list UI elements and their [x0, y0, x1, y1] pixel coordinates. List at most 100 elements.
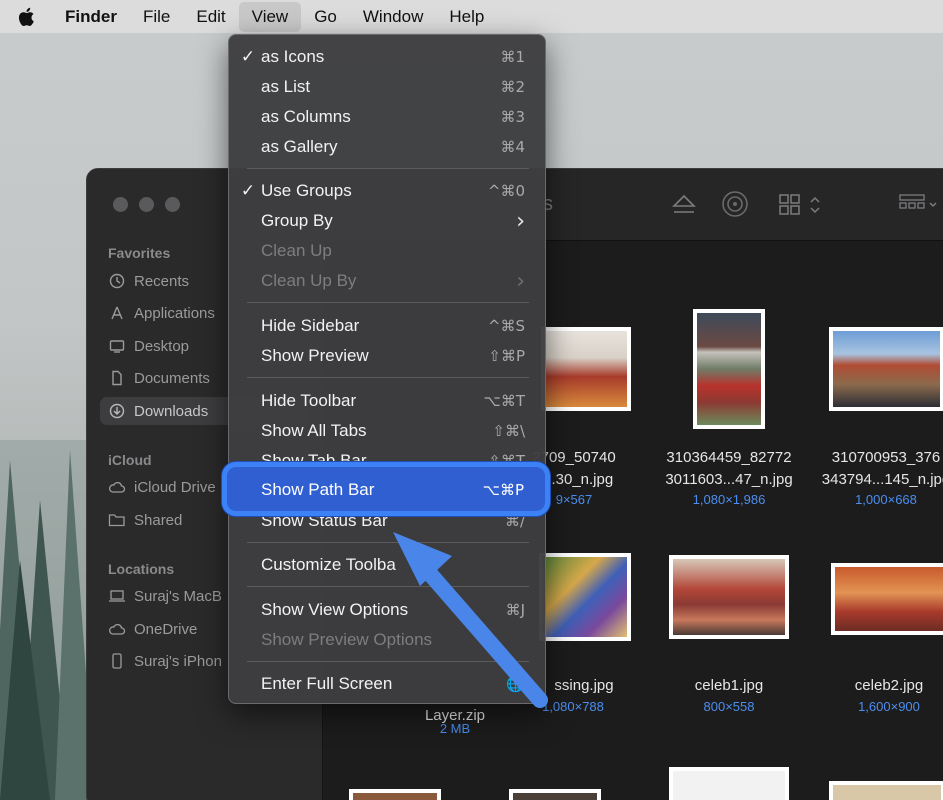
shortcut-label: ⌘3 [500, 108, 525, 126]
menu-item-show-preview-options: Show Preview Options [235, 625, 539, 655]
file-name[interactable]: celeb2.jpg [829, 675, 943, 696]
menu-item-show-path-bar[interactable]: Show Path Bar ⌥⌘P [232, 474, 540, 505]
file-dimensions: 1,600×900 [858, 699, 920, 714]
menu-separator [247, 377, 529, 378]
menu-item-hide-sidebar[interactable]: Hide Sidebar ^⌘S [235, 311, 539, 341]
file-thumbnail[interactable] [669, 767, 789, 800]
globe-icon: 🌐 [506, 675, 525, 693]
menu-item-show-preview[interactable]: Show Preview ⇧⌘P [235, 341, 539, 371]
desktop-icon [108, 337, 126, 355]
menu-item-label: Use Groups [261, 181, 352, 200]
cloud-icon [108, 620, 126, 638]
shared-folder-icon [108, 511, 126, 529]
menu-item-use-groups[interactable]: ✓ Use Groups ^⌘0 [235, 176, 539, 206]
file-dimensions: 1,000×668 [855, 492, 917, 507]
sidebar-item-label: Suraj's iPhon [134, 652, 222, 670]
group-options-icon[interactable] [899, 194, 939, 216]
file-thumbnail[interactable] [509, 789, 601, 800]
menu-item-clean-up: Clean Up [235, 236, 539, 266]
sidebar-item-label: Suraj's MacB [134, 587, 222, 605]
shortcut-label: ⌘J [505, 601, 525, 619]
checkmark-icon: ✓ [240, 181, 256, 200]
menu-item-show-view-options[interactable]: Show View Options ⌘J [235, 595, 539, 625]
menu-item-label: Show Path Bar [261, 479, 375, 499]
sidebar-item-label: iCloud Drive [134, 478, 216, 496]
sidebar-item-label: Recents [134, 272, 190, 290]
menu-separator [247, 661, 529, 662]
file-thumbnail[interactable] [831, 563, 943, 635]
window-controls [113, 197, 180, 212]
shortcut-label: ^⌘0 [487, 182, 525, 200]
file-thumbnail[interactable] [829, 327, 943, 411]
sidebar-item-label: OneDrive [134, 620, 198, 638]
file-thumbnail[interactable] [349, 789, 441, 800]
sidebar-item-label: Downloads [134, 402, 209, 420]
eject-icon[interactable] [671, 193, 697, 217]
menu-item-label: Show View Options [261, 600, 409, 619]
file-thumbnail[interactable] [539, 553, 631, 641]
file-name[interactable]: ssing.jpg [539, 675, 629, 696]
shortcut-label: ⇧⌘\ [492, 422, 525, 440]
menu-edit[interactable]: Edit [183, 2, 238, 32]
submenu-chevron-icon: › [516, 268, 525, 294]
file-thumbnail[interactable] [829, 781, 943, 800]
menu-item-label: Hide Sidebar [261, 316, 360, 335]
laptop-icon [108, 587, 126, 605]
desktop-wallpaper-trees [0, 440, 90, 800]
menu-item-label: Customize Toolba [261, 555, 396, 574]
file-dimensions: 1,080×1,986 [692, 492, 766, 507]
menu-file[interactable]: File [130, 2, 183, 32]
menu-item-label: as List [261, 77, 311, 96]
menu-item-enter-full-screen[interactable]: Enter Full Screen 🌐 [235, 669, 539, 699]
shortcut-label: ⇧⌘P [488, 347, 525, 365]
menu-item-customize-toolbar[interactable]: Customize Toolba [235, 550, 539, 580]
file-name[interactable]: celeb1.jpg [669, 675, 789, 696]
file-thumbnail[interactable] [693, 309, 765, 429]
menu-help[interactable]: Help [436, 2, 497, 32]
menu-item-as-icons[interactable]: ✓ as Icons ⌘1 [235, 42, 539, 72]
menu-separator [247, 302, 529, 303]
menu-item-group-by[interactable]: Group By › [235, 206, 539, 236]
file-thumbnail[interactable] [669, 555, 789, 639]
file-size: 2 MB [439, 721, 471, 736]
menu-item-label: Clean Up By [261, 271, 357, 290]
applications-icon [108, 304, 126, 322]
menu-item-show-all-tabs[interactable]: Show All Tabs ⇧⌘\ [235, 416, 539, 446]
menu-item-as-gallery[interactable]: as Gallery ⌘4 [235, 132, 539, 162]
file-name[interactable]: 343794...145_n.jpg [811, 469, 943, 490]
download-icon [108, 402, 126, 420]
menu-item-as-columns[interactable]: as Columns ⌘3 [235, 102, 539, 132]
menu-item-label: Show Preview Options [261, 630, 433, 649]
close-window-button[interactable] [113, 197, 128, 212]
sidebar-item-label: Applications [134, 304, 215, 322]
menu-item-label: Group By [261, 211, 333, 230]
menu-item-as-list[interactable]: as List ⌘2 [235, 72, 539, 102]
airdrop-icon[interactable] [721, 190, 749, 218]
favorites-heading: Favorites [108, 245, 171, 261]
shortcut-label: ⌘4 [500, 138, 525, 156]
view-menu-dropdown: ✓ as Icons ⌘1 as List ⌘2 as Columns ⌘3 a… [228, 34, 546, 704]
menu-view[interactable]: View [238, 1, 302, 32]
view-mode-icon[interactable] [779, 193, 827, 217]
shortcut-label: ⌘2 [500, 78, 525, 96]
menu-item-hide-toolbar[interactable]: Hide Toolbar ⌥⌘T [235, 386, 539, 416]
menu-item-label: as Columns [261, 107, 351, 126]
shortcut-label: ^⌘S [487, 317, 525, 335]
menu-go[interactable]: Go [301, 2, 350, 32]
apple-menu-icon[interactable] [0, 7, 52, 27]
minimize-window-button[interactable] [139, 197, 154, 212]
clock-icon [108, 272, 126, 290]
file-name[interactable]: 310700953_376 [811, 447, 943, 468]
file-name[interactable]: 3011603...47_n.jpg [649, 469, 809, 490]
menu-separator [247, 542, 529, 543]
file-thumbnail[interactable] [541, 327, 631, 411]
file-dimensions: 800×558 [703, 699, 755, 714]
cloud-icon [108, 478, 126, 496]
menu-window[interactable]: Window [350, 2, 436, 32]
submenu-chevron-icon: › [516, 208, 525, 234]
zoom-window-button[interactable] [165, 197, 180, 212]
checkmark-icon: ✓ [240, 47, 256, 66]
file-name[interactable]: 310364459_82772 [649, 447, 809, 468]
icloud-heading: iCloud [108, 452, 152, 468]
menu-finder[interactable]: Finder [52, 2, 130, 32]
